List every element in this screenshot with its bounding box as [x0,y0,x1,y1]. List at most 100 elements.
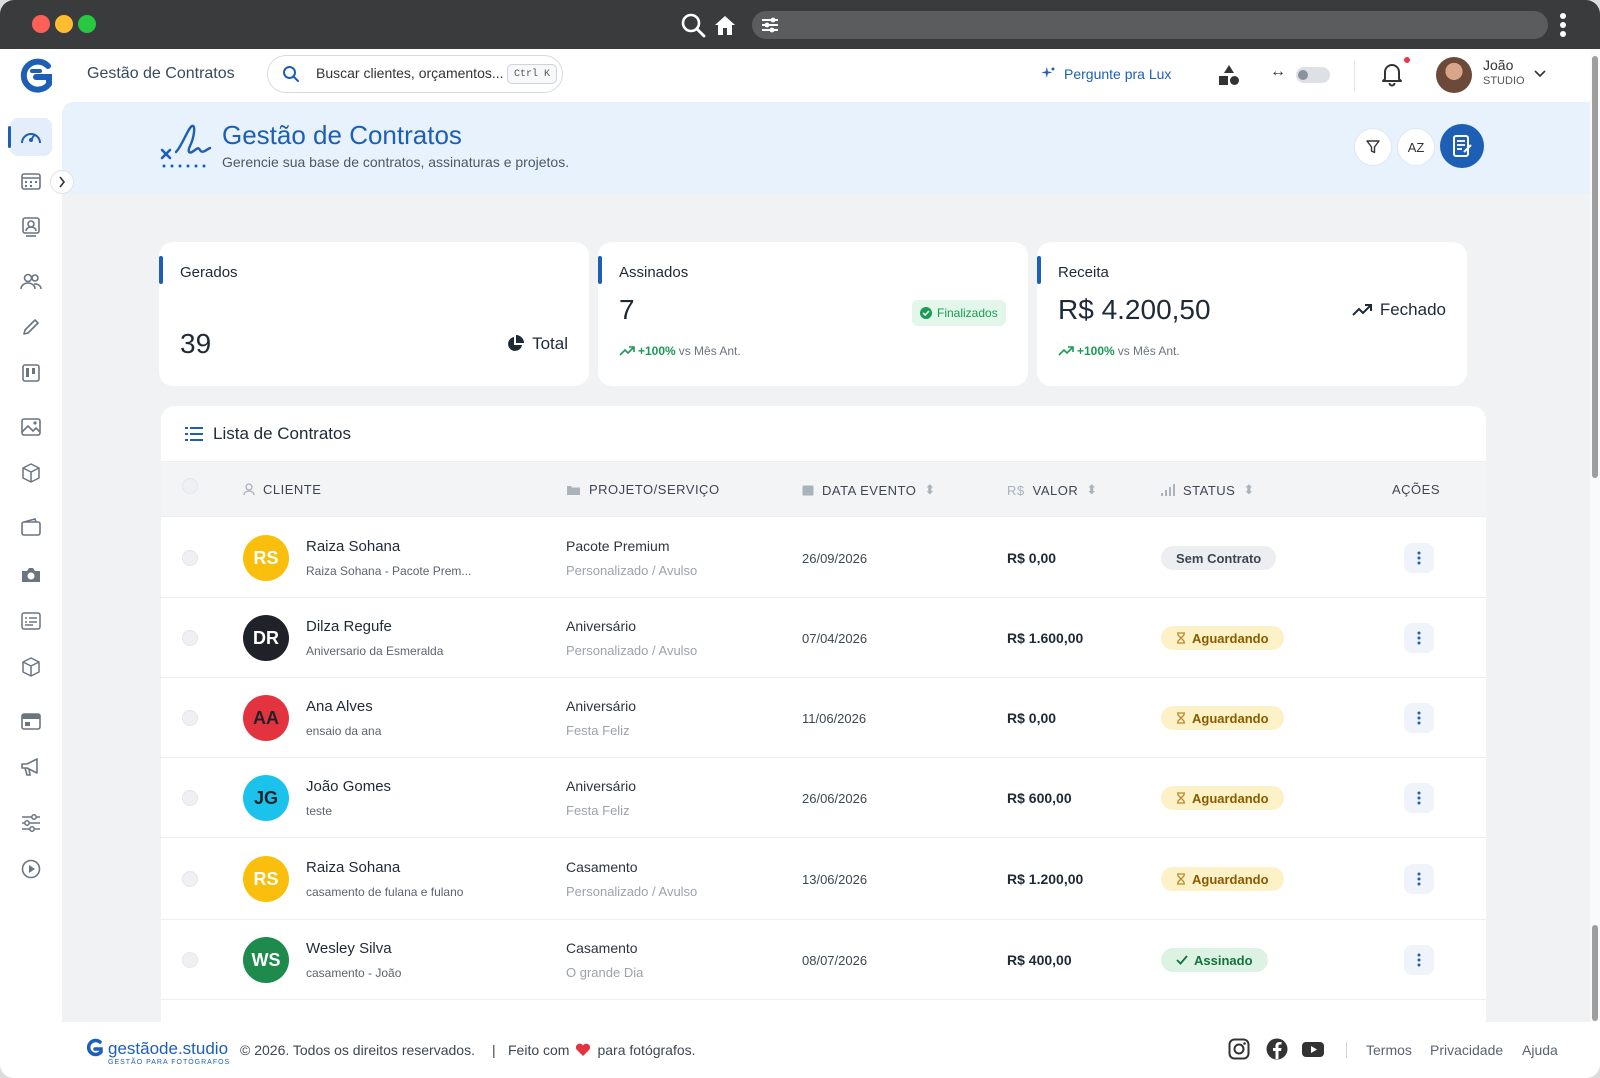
package-icon[interactable] [18,654,44,680]
calendar-icon[interactable] [18,168,44,194]
app-logo-icon[interactable] [18,57,56,97]
table-row[interactable]: RS Raiza Sohana casamento de fulana e fula… [161,838,1486,920]
scrollbar-thumb-secondary[interactable] [1592,925,1598,1021]
facebook-icon[interactable] [1266,1038,1288,1060]
maximize-window-button[interactable] [78,15,96,33]
filter-icon [1366,140,1380,154]
wallet-icon[interactable] [18,514,44,540]
sort-icon[interactable]: ⬍ [1086,482,1097,498]
row-actions-button[interactable] [1404,623,1434,653]
footer-link-terms[interactable]: Termos [1366,1042,1412,1058]
ask-lux-button[interactable]: Pergunte pra Lux [1040,66,1171,82]
footer-made-with: Feito com para fotógrafos. [508,1042,696,1058]
instagram-icon[interactable] [1228,1038,1250,1060]
list-icon [185,427,203,441]
sort-icon[interactable]: ⬍ [924,482,935,498]
tune-icon[interactable] [755,10,785,40]
sparkle-icon [1041,66,1055,78]
row-checkbox[interactable] [182,952,198,968]
play-icon[interactable] [18,856,44,882]
row-checkbox[interactable] [182,630,198,646]
search-box[interactable]: Ctrl K [267,55,563,93]
avatar[interactable] [1436,57,1472,93]
table-row[interactable]: JG João Gomes teste Aniversário Festa Feliz 2… [161,758,1486,838]
agenda-icon[interactable] [18,708,44,734]
minimize-window-button[interactable] [55,15,73,33]
row-actions-button[interactable] [1404,543,1434,573]
youtube-icon[interactable] [1301,1038,1324,1060]
footer-logo[interactable]: gestãode.studio GESTÃO PARA FOTÓGRAFOS [86,1038,229,1066]
status-badge: Aguardando [1161,867,1284,891]
image-icon[interactable] [18,414,44,440]
event-date: 26/06/2026 [802,791,868,806]
close-window-button[interactable] [32,15,50,33]
row-checkbox[interactable] [182,871,198,887]
contract-value: R$ 1.600,00 [1007,630,1084,646]
row-actions-button[interactable] [1404,703,1434,733]
box-icon[interactable] [18,460,44,486]
pencil-icon[interactable] [18,314,44,340]
user-name[interactable]: João [1483,57,1513,73]
avatar: RS [243,856,289,902]
more-vertical-icon [1417,631,1421,645]
hourglass-icon [1177,792,1185,804]
width-toggle[interactable] [1296,67,1330,83]
users-icon[interactable] [18,268,44,294]
settings-sliders-icon[interactable] [18,810,44,836]
client-name[interactable]: Wesley Silva [306,940,392,957]
row-checkbox[interactable] [182,710,198,726]
client-name[interactable]: Raiza Sohana [306,538,400,555]
check-circle-icon [920,307,932,319]
table-row[interactable]: DR Dilza Regufe Aniversario da Esmeralda An… [161,598,1486,678]
client-name[interactable]: Ana Alves [306,698,373,715]
stat-card-revenue: Receita R$ 4.200,50 Fechado +100% vs Mês… [1037,242,1467,386]
column-client[interactable]: CLIENTE [243,482,321,497]
column-project[interactable]: PROJETO/SERVIÇO [566,482,720,497]
card-accent [159,256,163,284]
footer-separator: | [492,1042,496,1058]
table-row[interactable]: RS Raiza Sohana Raiza Sohana - Pacote Prem… [161,518,1486,598]
footer-link-privacy[interactable]: Privacidade [1430,1042,1503,1058]
select-all-checkbox[interactable] [182,478,198,494]
search-icon[interactable] [678,10,708,40]
sidebar [0,102,62,1022]
row-checkbox[interactable] [182,790,198,806]
column-date[interactable]: DATA EVENTO ⬍ [802,482,936,498]
row-actions-button[interactable] [1404,864,1434,894]
top-bar: Gestão de Contratos Ctrl K Pergunte pra … [0,49,1590,102]
contract-value: R$ 1.200,00 [1007,871,1084,887]
sidebar-toggle-button[interactable] [50,170,74,194]
footer-link-help[interactable]: Ajuda [1522,1042,1558,1058]
row-actions-button[interactable] [1404,945,1434,975]
megaphone-icon[interactable] [18,754,44,780]
bell-icon[interactable] [1380,61,1404,92]
client-name[interactable]: João Gomes [306,778,391,795]
sort-icon[interactable]: ⬍ [1243,482,1254,498]
chevron-right-icon [59,176,66,188]
camera-icon[interactable] [18,562,44,588]
client-name[interactable]: Raiza Sohana [306,859,400,876]
row-checkbox[interactable] [182,550,198,566]
forms-icon[interactable] [18,608,44,634]
filter-button[interactable] [1354,128,1392,166]
hourglass-icon [1177,712,1185,724]
search-input[interactable] [316,65,506,81]
row-actions-button[interactable] [1404,783,1434,813]
address-bar[interactable] [752,11,1548,39]
sort-az-button[interactable]: AZ [1397,128,1435,166]
column-status[interactable]: STATUS ⬍ [1161,482,1255,498]
shapes-icon[interactable] [1217,63,1241,92]
column-value[interactable]: R$ VALOR ⬍ [1007,482,1098,498]
contacts-icon[interactable] [18,214,44,240]
dashboard-icon[interactable] [18,124,44,150]
home-icon[interactable] [710,10,740,40]
browser-menu-icon[interactable] [1548,10,1578,40]
kanban-icon[interactable] [18,360,44,386]
client-name[interactable]: Dilza Regufe [306,618,392,635]
table-row[interactable]: WS Wesley Silva casamento - João Casamento O… [161,920,1486,1000]
scrollbar-thumb[interactable] [1592,56,1598,478]
table-row[interactable]: AA Ana Alves ensaio da ana Aniversário Festa… [161,678,1486,758]
avatar: RS [243,535,289,581]
chevron-down-icon[interactable] [1534,65,1546,83]
new-contract-button[interactable] [1440,124,1484,168]
